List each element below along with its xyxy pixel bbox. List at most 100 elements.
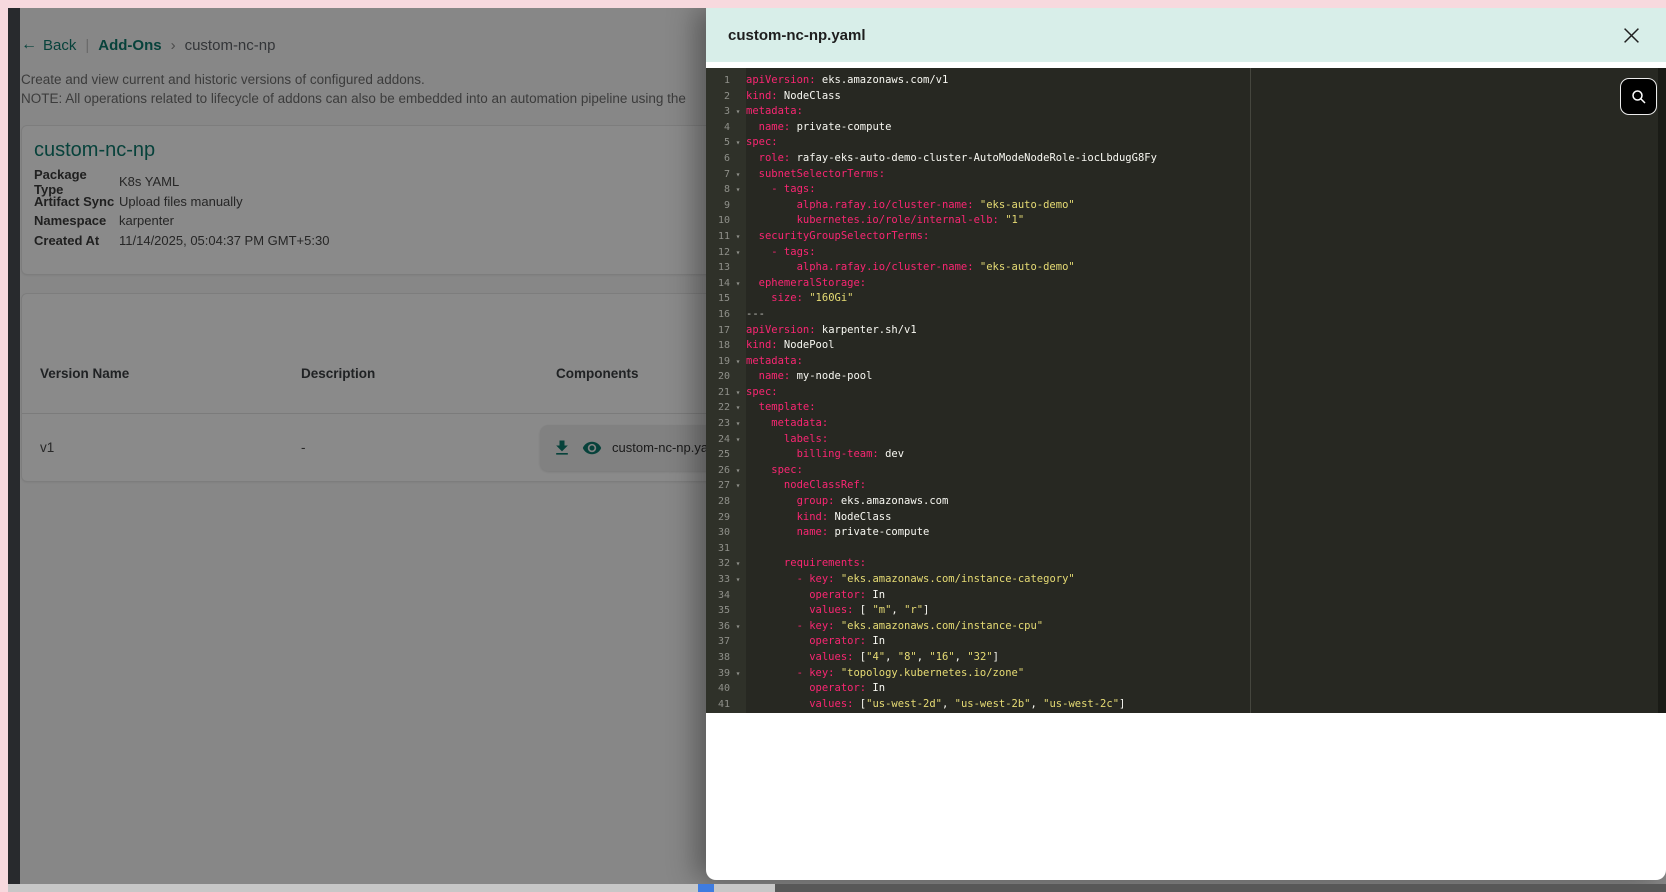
line-number: 27	[717, 480, 730, 492]
fold-toggle-icon[interactable]: ▾	[730, 463, 746, 479]
code-text: requirements:	[746, 557, 867, 570]
fold-toggle-icon[interactable]: ▾	[730, 478, 746, 494]
code-line: 18 kind: NodePool	[706, 338, 1658, 354]
fold-toggle-icon[interactable]: ▾	[730, 666, 746, 682]
code-text: role: rafay-eks-auto-demo-cluster-AutoMo…	[746, 151, 1157, 164]
code-line: 8 ▾ - tags:	[706, 182, 1658, 198]
code-line: 38 values: ["4", "8", "16", "32"]	[706, 650, 1658, 666]
code-line: 29 kind: NodeClass	[706, 510, 1658, 526]
line-number: 41	[717, 698, 730, 710]
code-text: ---	[746, 307, 765, 320]
line-number: 35	[717, 605, 730, 617]
line-number: 37	[717, 636, 730, 648]
line-number: 38	[717, 651, 730, 663]
code-line: 36 ▾ - key: "eks.amazonaws.com/instance-c…	[706, 619, 1658, 635]
code-text: name: my-node-pool	[746, 370, 873, 383]
code-text: labels:	[746, 432, 829, 445]
code-text: values: ["us-west-2d", "us-west-2b", "us…	[746, 697, 1126, 710]
line-number: 18	[717, 340, 730, 352]
code-text: name: private-compute	[746, 526, 930, 539]
code-line: 40 operator: In	[706, 681, 1658, 697]
code-line: 14 ▾ ephemeralStorage:	[706, 276, 1658, 292]
line-number: 11	[717, 230, 730, 242]
fold-toggle-icon[interactable]: ▾	[730, 167, 746, 183]
code-line: 3 ▾ metadata:	[706, 104, 1658, 120]
code-text: name: private-compute	[746, 120, 892, 133]
code-line: 20 name: my-node-pool	[706, 369, 1658, 385]
line-number: 10	[717, 215, 730, 227]
code-line: 27 ▾ nodeClassRef:	[706, 478, 1658, 494]
code-line: 32 ▾ requirements:	[706, 556, 1658, 572]
fold-toggle-icon[interactable]: ▾	[730, 432, 746, 448]
code-line: 39 ▾ - key: "topology.kubernetes.io/zone"	[706, 666, 1658, 682]
line-number: 15	[717, 293, 730, 305]
line-number: 29	[717, 511, 730, 523]
line-number: 7	[723, 168, 730, 180]
fold-toggle-icon[interactable]: ▾	[730, 572, 746, 588]
code-text: metadata:	[746, 354, 803, 367]
fold-toggle-icon[interactable]: ▾	[730, 385, 746, 401]
code-line: 22 ▾ template:	[706, 400, 1658, 416]
code-line: 5 ▾ spec:	[706, 135, 1658, 151]
line-number: 1	[723, 75, 730, 86]
line-number: 12	[717, 246, 730, 258]
code-text: - key: "eks.amazonaws.com/instance-categ…	[746, 573, 1075, 585]
code-line: 11 ▾ securityGroupSelectorTerms:	[706, 229, 1658, 245]
code-text: operator: In	[746, 682, 886, 695]
bottom-scrollbar-thumb[interactable]	[775, 884, 1666, 892]
code-line: 21 ▾ spec:	[706, 385, 1658, 401]
search-icon	[1631, 89, 1646, 104]
code-line: 15 size: "160Gi"	[706, 291, 1658, 307]
code-line: 1 apiVersion: eks.amazonaws.com/v1	[706, 73, 1658, 89]
line-number: 14	[717, 277, 730, 289]
close-button[interactable]	[1618, 22, 1644, 48]
line-number: 4	[723, 121, 730, 133]
code-text: - tags:	[746, 245, 816, 258]
fold-toggle-icon[interactable]: ▾	[730, 354, 746, 370]
line-number: 33	[717, 574, 730, 585]
search-button[interactable]	[1620, 78, 1657, 115]
fold-toggle-icon[interactable]: ▾	[730, 182, 746, 198]
code-text: kind: NodePool	[746, 339, 835, 352]
code-text: spec:	[746, 463, 803, 476]
code-line: 33 ▾ - key: "eks.amazonaws.com/instance-c…	[706, 572, 1658, 588]
line-number: 17	[717, 324, 730, 336]
fold-toggle-icon[interactable]: ▾	[730, 556, 746, 572]
line-number: 6	[723, 152, 730, 164]
code-line: 41 values: ["us-west-2d", "us-west-2b", …	[706, 697, 1658, 713]
line-number: 39	[717, 667, 730, 679]
code-line: 23 ▾ metadata:	[706, 416, 1658, 432]
code-line: 28 group: eks.amazonaws.com	[706, 494, 1658, 510]
code-line: 9 alpha.rafay.io/cluster-name: "eks-auto…	[706, 198, 1658, 214]
code-text: - key: "topology.kubernetes.io/zone"	[746, 666, 1025, 679]
fold-toggle-icon[interactable]: ▾	[730, 276, 746, 292]
editor-vertical-scrollbar[interactable]	[1658, 68, 1666, 713]
fold-toggle-icon[interactable]: ▾	[730, 400, 746, 416]
code-text: billing-team: dev	[746, 448, 905, 461]
code-line: 6 role: rafay-eks-auto-demo-cluster-Auto…	[706, 151, 1658, 167]
code-text: values: ["4", "8", "16", "32"]	[746, 650, 999, 663]
fold-toggle-icon[interactable]: ▾	[730, 619, 746, 635]
yaml-code-editor[interactable]: 1 apiVersion: eks.amazonaws.com/v1 2 kind: …	[706, 68, 1666, 713]
line-number: 24	[717, 433, 730, 445]
code-line: 12 ▾ - tags:	[706, 245, 1658, 261]
line-number: 16	[717, 308, 730, 320]
code-line: 19 ▾ metadata:	[706, 354, 1658, 370]
fold-toggle-icon[interactable]: ▾	[730, 245, 746, 261]
fold-toggle-icon[interactable]: ▾	[730, 104, 746, 120]
code-text: subnetSelectorTerms:	[746, 167, 886, 180]
fold-toggle-icon[interactable]: ▾	[730, 135, 746, 151]
code-line: 37 operator: In	[706, 634, 1658, 650]
code-line: 2 kind: NodeClass	[706, 89, 1658, 105]
line-number: 22	[717, 402, 730, 414]
fold-toggle-icon[interactable]: ▾	[730, 229, 746, 245]
bottom-scrollbar-track[interactable]	[0, 884, 1666, 892]
code-text: alpha.rafay.io/cluster-name: "eks-auto-d…	[746, 261, 1075, 274]
line-number: 34	[717, 589, 730, 601]
line-number: 3	[723, 106, 730, 118]
fold-toggle-icon[interactable]: ▾	[730, 416, 746, 432]
line-number: 20	[717, 371, 730, 383]
code-text: operator: In	[746, 588, 886, 601]
code-line: 34 operator: In	[706, 588, 1658, 604]
code-text: group: eks.amazonaws.com	[746, 495, 949, 508]
